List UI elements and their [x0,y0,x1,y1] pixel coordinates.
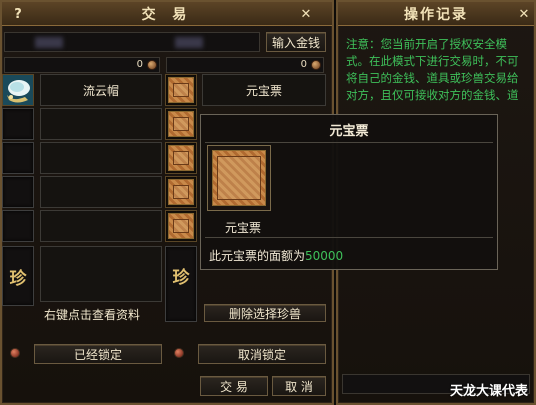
blurred-name [175,37,203,48]
my-item-name [40,176,162,208]
other-item-slot[interactable] [165,108,197,140]
other-money-field: 0 [166,57,324,73]
my-money-field: 0 [4,57,160,73]
other-item-slot[interactable] [165,142,197,174]
my-name-field [4,32,260,52]
tooltip-title: 元宝票 [329,123,369,139]
input-money-button[interactable]: 输入金钱 [266,32,326,52]
my-lock-indicator-icon [10,348,20,358]
hat-icon [3,75,33,105]
rare-pet-label: 珍 [172,267,190,288]
my-money-value: 0 [136,59,143,70]
help-icon[interactable]: ? [10,6,26,22]
other-rare-slot[interactable]: 珍 [165,246,197,322]
other-lock-indicator-icon [174,348,184,358]
tooltip-desc-value: 50000 [305,249,344,263]
yuanbao-ticket-icon [168,213,194,239]
my-item-name [40,142,162,174]
trade-titlebar: 交 易 [2,2,332,26]
my-rare-list[interactable] [40,246,162,302]
trade-button[interactable]: 交 易 [200,376,268,396]
my-item-name [40,108,162,140]
log-title: 操作记录 [404,6,468,23]
my-item-slot[interactable] [2,142,34,174]
my-rare-slot[interactable]: 珍 [2,246,34,306]
close-icon[interactable]: ✕ [516,6,532,22]
divider [205,237,493,238]
my-item-slot[interactable] [2,74,34,106]
yuanbao-ticket-icon [168,145,194,171]
remove-rare-pet-button[interactable]: 删除选择珍兽 [204,304,326,322]
my-item-name: 流云帽 [40,74,162,106]
other-item-slot[interactable] [165,74,197,106]
other-item-name: 元宝票 [202,74,326,106]
other-money-value: 0 [300,59,307,70]
tooltip-desc: 此元宝票的面额为50000 [209,247,343,264]
yuanbao-ticket-icon [168,111,194,137]
locked-button[interactable]: 已经锁定 [34,344,162,364]
log-text: 注意：您当前开启了授权安全模式。在此模式下进行交易时，不可将自己的金钱、道具或珍… [346,37,519,106]
close-icon[interactable]: ✕ [298,6,314,22]
item-tooltip: 元宝票 元宝票 此元宝票的面额为50000 [200,114,498,270]
my-item-slot[interactable] [2,210,34,242]
trade-title: 交 易 [141,6,193,23]
coin-icon [311,60,321,70]
other-item-slot[interactable] [165,210,197,242]
tooltip-desc-prefix: 此元宝票的面额为 [209,249,306,263]
coin-icon [147,60,157,70]
rare-pet-label: 珍 [9,268,27,289]
cancel-button[interactable]: 取 消 [272,376,326,396]
blurred-name [35,37,63,48]
yuanbao-ticket-icon [168,77,194,103]
yuanbao-ticket-icon [212,150,266,206]
yuanbao-ticket-icon [168,179,194,205]
log-titlebar: 操作记录 [338,2,534,26]
hint-text: 右键点击查看资料 [44,308,141,322]
my-item-slot[interactable] [2,108,34,140]
divider [205,142,493,143]
cancel-lock-button[interactable]: 取消锁定 [198,344,326,364]
my-item-name [40,210,162,242]
my-item-slot[interactable] [2,176,34,208]
watermark: 天龙大课代表 [450,384,529,399]
tooltip-item-name: 元宝票 [225,221,262,235]
other-item-slot[interactable] [165,176,197,208]
tooltip-item-frame [207,145,271,211]
